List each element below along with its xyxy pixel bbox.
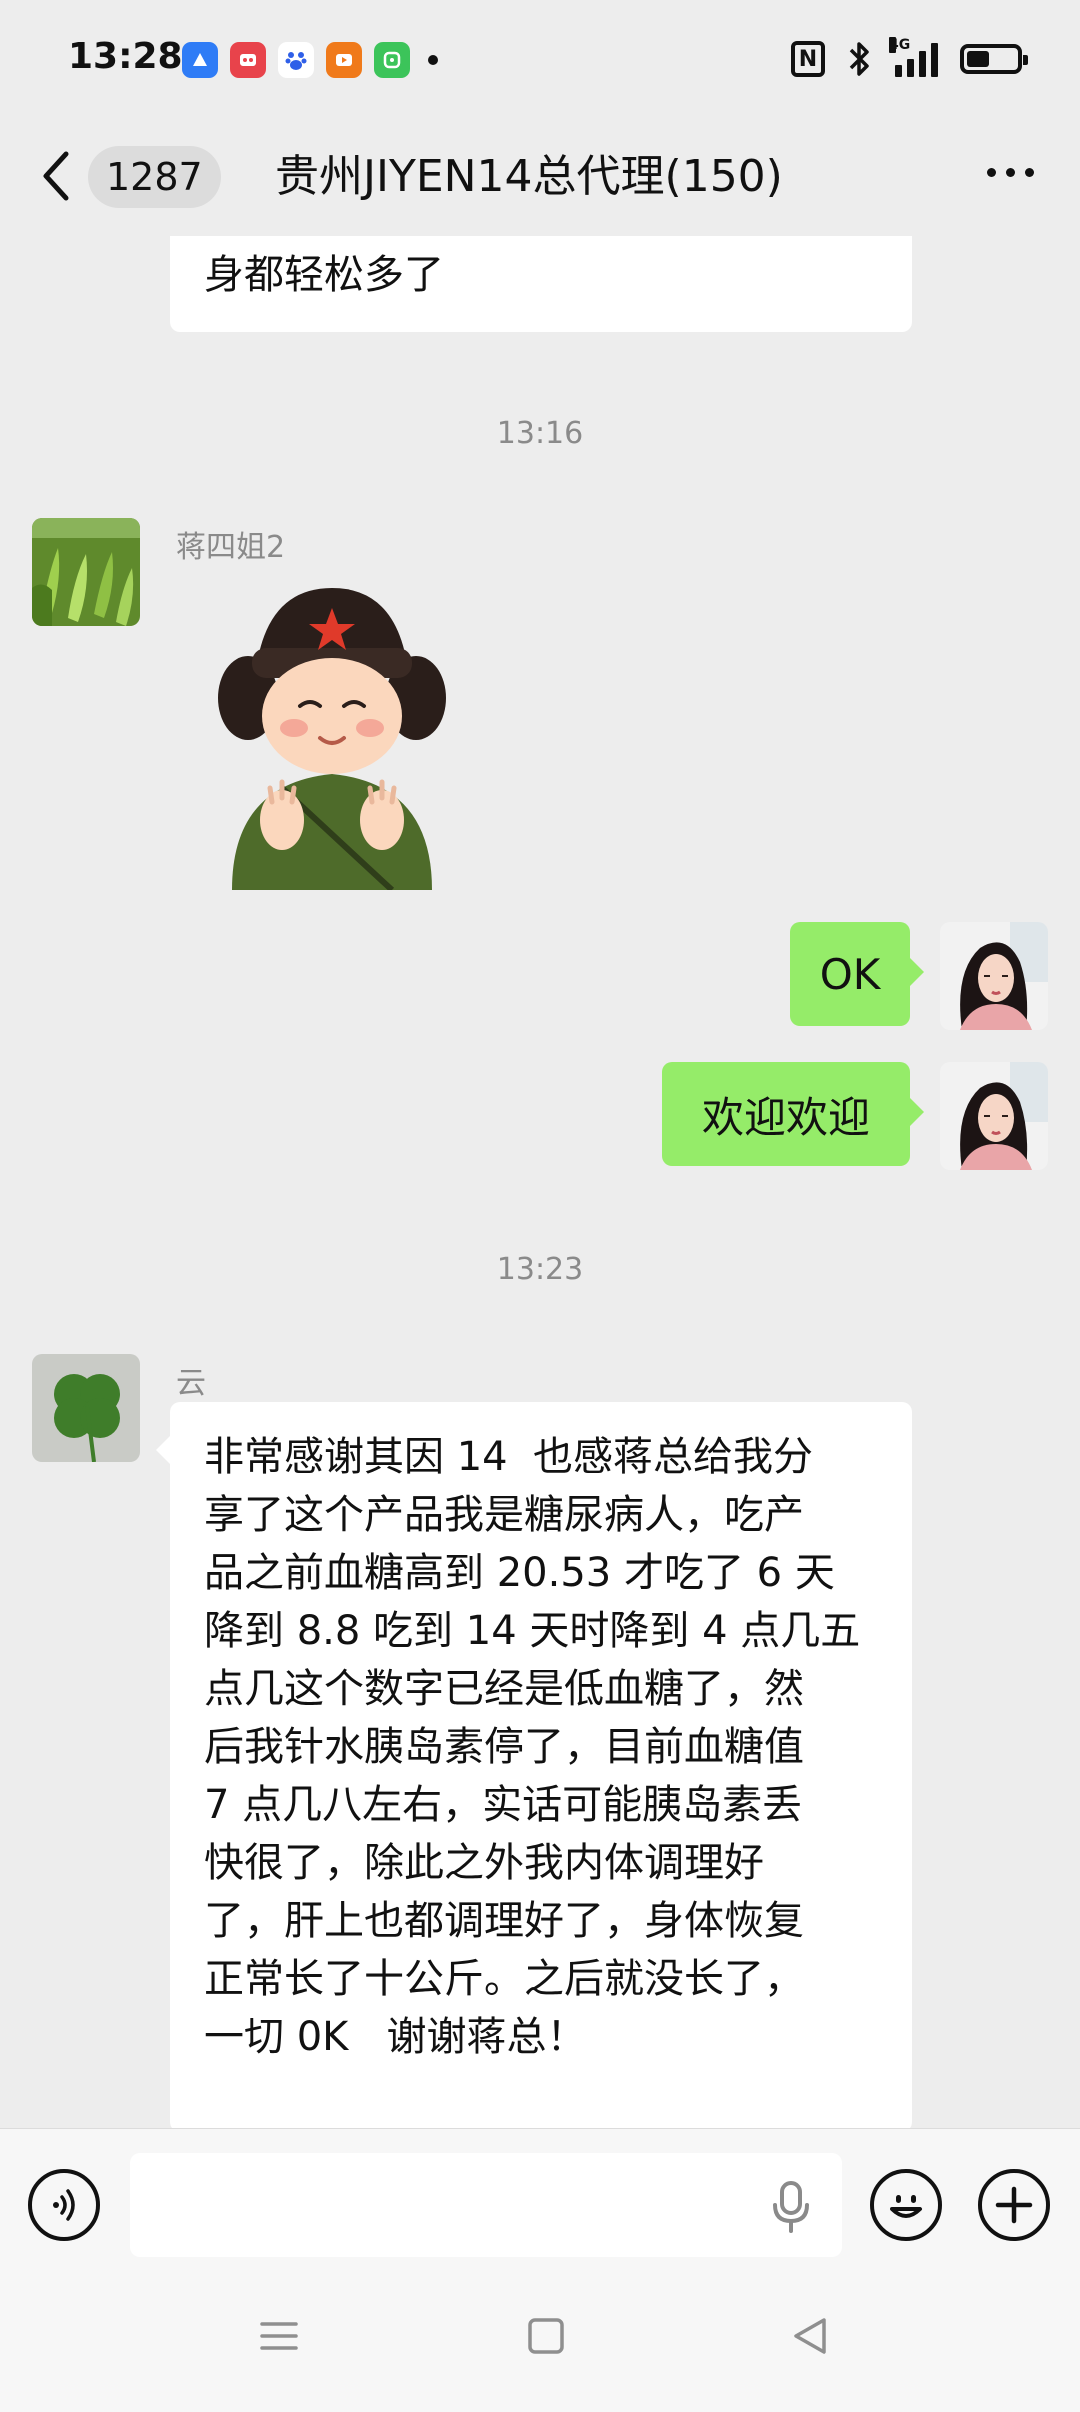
- bluetooth-icon: [849, 42, 869, 76]
- status-bar: 13:28 N 4G: [0, 0, 1080, 124]
- message-text: OK: [819, 949, 881, 999]
- back-button[interactable]: [40, 146, 80, 206]
- message-text-line: 快很了，除此之外我内体调理好: [204, 1840, 764, 1886]
- status-time: 13:28: [68, 36, 183, 77]
- woman-portrait-avatar-image: [940, 922, 1048, 1030]
- message-text-line: 7 点几八左右，实话可能胰岛素丢: [204, 1782, 803, 1828]
- bubble-tail: [910, 958, 924, 986]
- chevron-left-icon: [43, 151, 69, 201]
- outgoing-message-bubble[interactable]: OK: [790, 922, 924, 1026]
- outgoing-message-bubble[interactable]: 欢迎欢迎: [662, 1062, 924, 1166]
- more-functions-button[interactable]: [978, 2169, 1050, 2241]
- status-app-icons: [182, 42, 438, 78]
- message-timestamp: 13:16: [496, 416, 584, 451]
- nfc-icon: N: [791, 41, 825, 77]
- status-system-icons: N 4G: [791, 37, 1028, 78]
- battery-level-fill: [967, 51, 989, 67]
- avatar[interactable]: [32, 1354, 140, 1462]
- message-timestamp: 13:23: [496, 1252, 584, 1287]
- avatar[interactable]: [32, 518, 140, 626]
- sender-name: 蒋四姐2: [176, 530, 286, 565]
- clover-avatar-image: [32, 1354, 140, 1462]
- game-app-icon: [230, 42, 266, 78]
- triangle-back-icon: [794, 2318, 826, 2354]
- soldier-cartoon-sticker: [218, 588, 446, 893]
- back-nav-button[interactable]: [790, 2316, 830, 2360]
- smiley-face-icon: [890, 2195, 922, 2218]
- microphone-icon: [773, 2181, 809, 2233]
- microphone-button[interactable]: [772, 2181, 810, 2237]
- wechat-mini-app-icon: [374, 42, 410, 78]
- message-text-line: 了，肝上也都调理好了，身体恢复: [204, 1898, 804, 1944]
- menu-lines-icon: [260, 2322, 298, 2350]
- plus-icon: [995, 2186, 1033, 2224]
- video-app-icon: [326, 42, 362, 78]
- bubble-tail: [910, 1098, 924, 1126]
- unread-count-badge[interactable]: 1287: [88, 146, 221, 208]
- my-avatar[interactable]: [940, 922, 1048, 1030]
- chat-input-bar: [0, 2128, 1080, 2280]
- woman-portrait-avatar-image: [940, 1062, 1048, 1170]
- more-options-button[interactable]: [987, 168, 1034, 177]
- message-text-line: 享了这个产品我是糖尿病人，吃产: [204, 1492, 804, 1538]
- message-text-line: 品之前血糖高到 20.53 才吃了 6 天: [204, 1550, 835, 1596]
- message-input[interactable]: [130, 2153, 842, 2257]
- voice-wave-icon: [53, 2189, 75, 2221]
- sticker-message[interactable]: [212, 588, 452, 893]
- my-avatar[interactable]: [940, 1062, 1048, 1170]
- more-dot: [1006, 168, 1015, 177]
- emoji-button[interactable]: [870, 2169, 942, 2241]
- message-text-line: 非常感谢其因 14 也感蒋总给我分: [204, 1434, 814, 1480]
- message-text-line: 点几这个数字已经是低血糖了，然: [204, 1666, 804, 1712]
- more-dot: [987, 168, 996, 177]
- bubble-tail: [156, 1436, 170, 1464]
- network-type-label: 4G: [889, 37, 911, 53]
- recent-apps-button[interactable]: [258, 2316, 300, 2360]
- message-text: 欢迎欢迎: [701, 1092, 870, 1142]
- voice-mode-button[interactable]: [28, 2169, 100, 2241]
- message-text-line: 降到 8.8 吃到 14 天时降到 4 点几五: [204, 1608, 861, 1654]
- message-text-line: 后我针水胰岛素停了，目前血糖值: [204, 1724, 804, 1770]
- square-home-icon: [528, 2318, 564, 2354]
- chat-header: 1287 贵州JIYEN14总代理(150): [0, 124, 1080, 236]
- message-bubble[interactable]: 非常感谢其因 14 也感蒋总给我分 享了这个产品我是糖尿病人，吃产 品之前血糖高到 …: [156, 1402, 912, 2128]
- notification-dot: [428, 55, 438, 65]
- cellular-signal-icon: 4G: [889, 37, 938, 77]
- more-dot: [1025, 168, 1034, 177]
- system-navigation-bar: [0, 2280, 1080, 2412]
- message-text: 非常感谢其因 14 也感蒋总给我分 享了这个产品我是糖尿病人，吃产 品之前血糖高到 …: [204, 1428, 878, 2066]
- message-text: 身都轻松多了: [204, 252, 444, 298]
- tea-leaves-avatar-image: [32, 518, 140, 626]
- sender-name: 云: [176, 1366, 206, 1401]
- battery-icon: [960, 44, 1028, 74]
- message-list[interactable]: ▇▇▇▇▇▇▇▇▇▇▇▇▇▇▇▇ 身都轻松多了 13:16 蒋四姐2: [0, 236, 1080, 2128]
- message-bubble[interactable]: ▇▇▇▇▇▇▇▇▇▇▇▇▇▇▇▇ 身都轻松多了: [170, 236, 912, 332]
- baidu-app-icon: [278, 42, 314, 78]
- message-text-line: 一切 0K 谢谢蒋总！: [204, 2014, 587, 2060]
- message-text-line: 正常长了十公斤。之后就没长了，: [204, 1956, 804, 2002]
- browser-app-icon: [182, 42, 218, 78]
- home-button[interactable]: [526, 2316, 566, 2360]
- chat-title: 贵州JIYEN14总代理(150): [275, 151, 783, 202]
